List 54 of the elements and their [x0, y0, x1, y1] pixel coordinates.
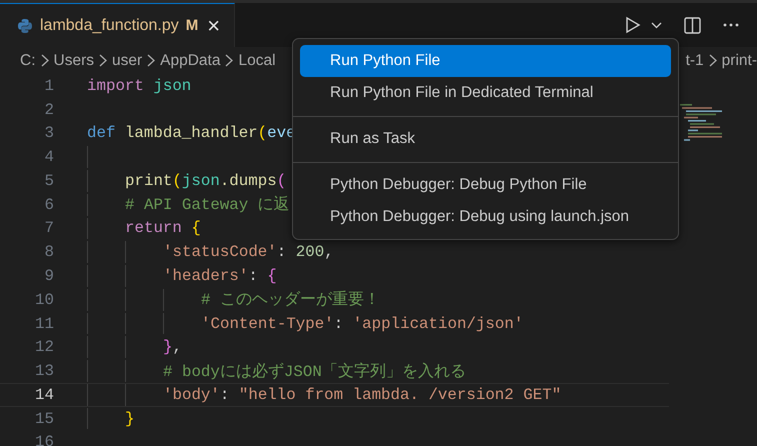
breadcrumb-item[interactable]: Local: [238, 52, 276, 70]
code-line: }: [125, 410, 134, 428]
modified-indicator: M: [186, 17, 198, 34]
code-line: # API Gateway に返: [125, 194, 290, 216]
chevron-right-icon: [98, 54, 107, 67]
python-icon: [17, 18, 33, 34]
close-button[interactable]: ×: [205, 14, 222, 36]
code-line: return {: [125, 219, 201, 238]
menu-item[interactable]: Run Python File in Dedicated Terminal: [300, 77, 671, 109]
code-line: 'Content-Type': 'application/json': [201, 314, 524, 333]
menu-item[interactable]: Python Debugger: Debug Python File: [300, 169, 671, 201]
code-line: },: [163, 338, 182, 356]
minimap-drawing: [680, 104, 722, 141]
line-number: 15: [34, 410, 54, 428]
breadcrumb-item[interactable]: AppData: [160, 52, 220, 70]
tab-filename: lambda_function.py: [40, 16, 179, 34]
line-number: 11: [34, 314, 54, 333]
breadcrumb-item[interactable]: print-: [722, 52, 757, 70]
line-number: 8: [44, 243, 54, 262]
breadcrumb-item[interactable]: C:: [20, 52, 36, 70]
line-number: 9: [44, 267, 54, 285]
menu-item[interactable]: Python Debugger: Debug using launch.json: [300, 201, 671, 233]
code-line: 'body': "hello from lambda. /version2 GET": [163, 386, 562, 404]
line-number: 6: [44, 196, 54, 214]
split-editor-button[interactable]: [684, 16, 701, 34]
editor-tab[interactable]: lambda_function.py M ×: [0, 3, 235, 47]
line-number: 13: [34, 362, 54, 380]
breadcrumb-item[interactable]: user: [112, 52, 142, 70]
code-line: 'headers': {: [163, 267, 277, 285]
breadcrumb-item[interactable]: Users: [54, 52, 94, 70]
chevron-right-icon: [225, 54, 234, 67]
chevron-right-icon: [708, 54, 717, 67]
line-number: 2: [44, 100, 54, 119]
line-number: 10: [34, 290, 54, 309]
chevron-right-icon: [40, 54, 48, 67]
code-line: import json: [87, 76, 192, 95]
run-button[interactable]: [625, 16, 641, 34]
breadcrumb-item[interactable]: t-1: [686, 52, 704, 70]
code-line: # このヘッダーが重要！: [201, 290, 380, 310]
line-number: 1: [44, 76, 54, 95]
chevron-down-icon[interactable]: [651, 22, 662, 28]
line-number: 7: [44, 219, 54, 238]
code-line: # bodyには必ずJSON「文字列」を入れる: [163, 362, 466, 382]
code-line: print(json.dumps(: [125, 172, 286, 190]
more-actions-icon[interactable]: [723, 23, 739, 27]
chevron-right-icon: [147, 54, 156, 67]
line-number: 3: [44, 124, 54, 142]
line-number: 14: [34, 386, 54, 404]
line-number: 4: [44, 148, 54, 166]
menu-item[interactable]: Run as Task: [300, 123, 671, 155]
menu-item[interactable]: Run Python File: [300, 45, 671, 77]
line-number: 12: [34, 338, 54, 356]
line-number: 5: [44, 172, 54, 190]
code-line: 'statusCode': 200,: [163, 243, 334, 262]
